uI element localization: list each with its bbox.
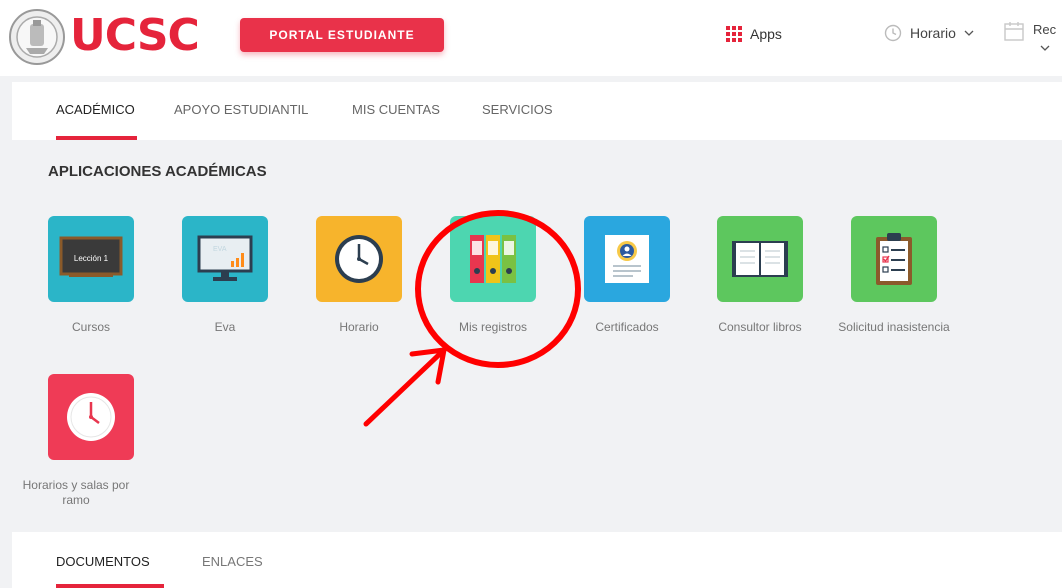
- highlight-arrow-shaft: [363, 347, 447, 427]
- app-tile-certificados[interactable]: [584, 216, 670, 302]
- binders-icon: [470, 235, 516, 283]
- open-book-icon: [732, 241, 788, 277]
- app-label-solicitud-inasistencia[interactable]: Solicitud inasistencia: [824, 320, 964, 335]
- tab-apoyo-estudiantil[interactable]: APOYO ESTUDIANTIL: [174, 102, 308, 117]
- active-tab-indicator: [56, 136, 137, 140]
- chalkboard-text: Lección 1: [74, 254, 109, 263]
- calendar-icon: [1004, 22, 1024, 41]
- recursos-label[interactable]: Rec: [1033, 22, 1056, 37]
- monitor-chart-icon: EVA: [197, 235, 253, 281]
- tab-academico[interactable]: ACADÉMICO: [56, 102, 135, 117]
- app-label-certificados[interactable]: Certificados: [557, 320, 697, 335]
- chalkboard-icon: Lección 1: [59, 236, 123, 277]
- app-tile-horario[interactable]: [316, 216, 402, 302]
- documents-panel: [12, 532, 1062, 588]
- app-label-cursos[interactable]: Cursos: [21, 320, 161, 335]
- brand-logo-text[interactable]: UCSC: [70, 12, 200, 60]
- highlight-arrow-head: [409, 347, 447, 385]
- app-tile-eva[interactable]: EVA: [182, 216, 268, 302]
- monitor-text: EVA: [213, 246, 227, 253]
- clock-outline-icon: [884, 24, 902, 42]
- app-tile-consultor-libros[interactable]: [717, 216, 803, 302]
- app-tile-solicitud-inasistencia[interactable]: [851, 216, 937, 302]
- app-tile-horarios-salas[interactable]: [48, 374, 134, 460]
- app-tile-cursos[interactable]: Lección 1: [48, 216, 134, 302]
- top-header: UCSC PORTAL ESTUDIANTE Apps Horario Rec: [0, 0, 1062, 76]
- clock-icon: [67, 393, 115, 441]
- chevron-down-icon: [964, 30, 974, 36]
- apps-grid-icon: [726, 26, 742, 42]
- clock-icon: [335, 235, 383, 283]
- app-label-horario[interactable]: Horario: [289, 320, 429, 335]
- tab-enlaces[interactable]: ENLACES: [202, 554, 263, 569]
- app-tile-mis-registros[interactable]: [450, 216, 536, 302]
- tab-servicios[interactable]: SERVICIOS: [482, 102, 553, 117]
- apps-menu[interactable]: Apps: [726, 26, 782, 42]
- portal-estudiante-button[interactable]: PORTAL ESTUDIANTE: [240, 18, 444, 52]
- section-title: APLICACIONES ACADÉMICAS: [48, 163, 267, 180]
- horario-dropdown[interactable]: Horario: [884, 24, 974, 42]
- app-label-consultor-libros[interactable]: Consultor libros: [690, 320, 830, 335]
- active-bottom-tab-indicator: [56, 584, 164, 588]
- tab-mis-cuentas[interactable]: MIS CUENTAS: [352, 102, 440, 117]
- ucsc-seal-logo[interactable]: [8, 8, 66, 66]
- apps-label: Apps: [750, 26, 782, 42]
- clipboard-icon: [876, 233, 912, 285]
- horario-label: Horario: [910, 25, 956, 41]
- app-label-mis-registros[interactable]: Mis registros: [423, 320, 563, 335]
- certificate-icon: [605, 235, 649, 283]
- app-label-horarios-salas[interactable]: Horarios y salas por ramo: [16, 478, 136, 508]
- app-label-eva[interactable]: Eva: [155, 320, 295, 335]
- chevron-down-icon: [1040, 45, 1050, 51]
- tab-documentos[interactable]: DOCUMENTOS: [56, 554, 150, 569]
